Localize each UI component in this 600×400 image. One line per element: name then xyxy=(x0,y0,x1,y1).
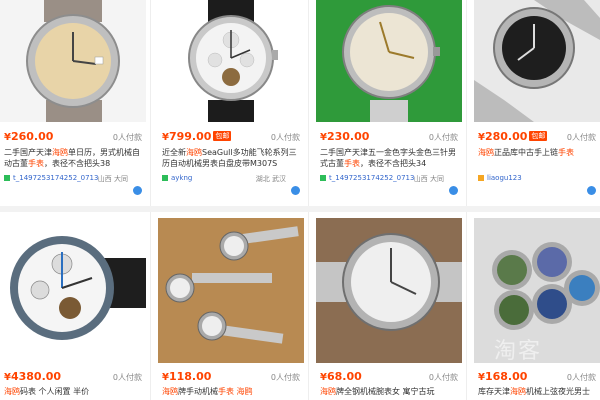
location: 山西 大同 xyxy=(413,175,444,183)
product-card[interactable]: ¥799.00 包邮 0人付款 近全新海鸥SeaGull多功能飞轮系列三历自动机械… xyxy=(158,0,304,200)
product-image[interactable] xyxy=(316,0,462,122)
wangwang-icon[interactable] xyxy=(133,186,142,195)
product-title[interactable]: 海鸥牌全钢机械腕表女 寓宁古玩 xyxy=(320,386,460,397)
product-title[interactable]: 海鸥码表 个人闲置 半价 xyxy=(4,386,144,397)
product-card[interactable]: ¥260.00 0人付款 二手国产天津海鸥单日历，男式机械自动古董手表，表径不含… xyxy=(0,0,146,200)
wangwang-icon[interactable] xyxy=(587,186,596,195)
product-title[interactable]: 二手国产天津海鸥单日历，男式机械自动古董手表，表径不含把头38 xyxy=(4,147,144,169)
product-card[interactable]: ¥280.00 包邮 0人付款 海鸥正品库中古手上链手表 liaogu123 xyxy=(474,0,600,200)
price: ¥68.00 xyxy=(320,370,362,383)
price: ¥280.00 包邮 xyxy=(478,130,548,143)
free-shipping-badge: 包邮 xyxy=(529,131,548,141)
product-card[interactable]: ¥4380.00 0人付款 海鸥码表 个人闲置 半价 xyxy=(0,218,146,400)
seller-tag-icon xyxy=(320,175,326,181)
price: ¥230.00 xyxy=(320,130,370,143)
product-card[interactable]: 淘客 ¥168.00 0人付款 库存天津海鸥机械上弦夜光男士 xyxy=(474,218,600,400)
seller-link[interactable]: t_1497253174252_0713 xyxy=(320,174,414,182)
price: ¥799.00 包邮 xyxy=(162,130,232,143)
product-image[interactable] xyxy=(158,0,304,122)
free-shipping-badge: 包邮 xyxy=(213,131,232,141)
paid-count: 0人付款 xyxy=(270,133,300,142)
paid-count: 0人付款 xyxy=(566,373,596,382)
product-image[interactable] xyxy=(158,218,304,363)
product-title[interactable]: 库存天津海鸥机械上弦夜光男士 xyxy=(478,386,598,397)
paid-count: 0人付款 xyxy=(566,133,596,142)
paid-count: 0人付款 xyxy=(112,133,142,142)
row-divider xyxy=(0,206,600,212)
seller-link[interactable]: t_1497253174252_0713 xyxy=(4,174,98,182)
product-title[interactable]: 二手国产天津五一金色字头金色三针男式古董手表，表径不含把头34 xyxy=(320,147,460,169)
product-image[interactable] xyxy=(474,0,600,122)
location: 山西 大同 xyxy=(97,175,128,183)
seller-tag-icon xyxy=(478,175,484,181)
product-title[interactable]: 海鸥牌手动机械手表 海鸥 xyxy=(162,386,302,397)
product-card[interactable]: ¥118.00 0人付款 海鸥牌手动机械手表 海鸥 xyxy=(158,218,304,400)
watermark: 淘客 xyxy=(494,339,543,364)
seller-tag-icon xyxy=(4,175,10,181)
column-divider xyxy=(308,0,309,400)
price: ¥4380.00 xyxy=(4,370,62,383)
column-divider xyxy=(150,0,151,400)
column-divider xyxy=(466,0,467,400)
product-card[interactable]: ¥230.00 0人付款 二手国产天津五一金色字头金色三针男式古董手表，表径不含… xyxy=(316,0,462,200)
seller-tag-icon xyxy=(162,175,168,181)
product-title[interactable]: 近全新海鸥SeaGull多功能飞轮系列三历自动机械男表白盘皮带M307S xyxy=(162,147,302,169)
location: 湖北 武汉 xyxy=(255,175,286,183)
product-title[interactable]: 海鸥正品库中古手上链手表 xyxy=(478,147,598,158)
product-image[interactable] xyxy=(0,218,146,363)
seller-link[interactable]: aykng xyxy=(162,174,192,182)
seller-link[interactable]: liaogu123 xyxy=(478,174,522,182)
wangwang-icon[interactable] xyxy=(449,186,458,195)
price: ¥118.00 xyxy=(162,370,212,383)
paid-count: 0人付款 xyxy=(428,133,458,142)
product-image[interactable] xyxy=(316,218,462,363)
product-image[interactable] xyxy=(0,0,146,122)
price: ¥168.00 xyxy=(478,370,528,383)
price: ¥260.00 xyxy=(4,130,54,143)
paid-count: 0人付款 xyxy=(112,373,142,382)
paid-count: 0人付款 xyxy=(270,373,300,382)
product-grid: ¥260.00 0人付款 二手国产天津海鸥单日历，男式机械自动古董手表，表径不含… xyxy=(0,0,600,400)
product-card[interactable]: ¥68.00 0人付款 海鸥牌全钢机械腕表女 寓宁古玩 xyxy=(316,218,462,400)
wangwang-icon[interactable] xyxy=(291,186,300,195)
paid-count: 0人付款 xyxy=(428,373,458,382)
